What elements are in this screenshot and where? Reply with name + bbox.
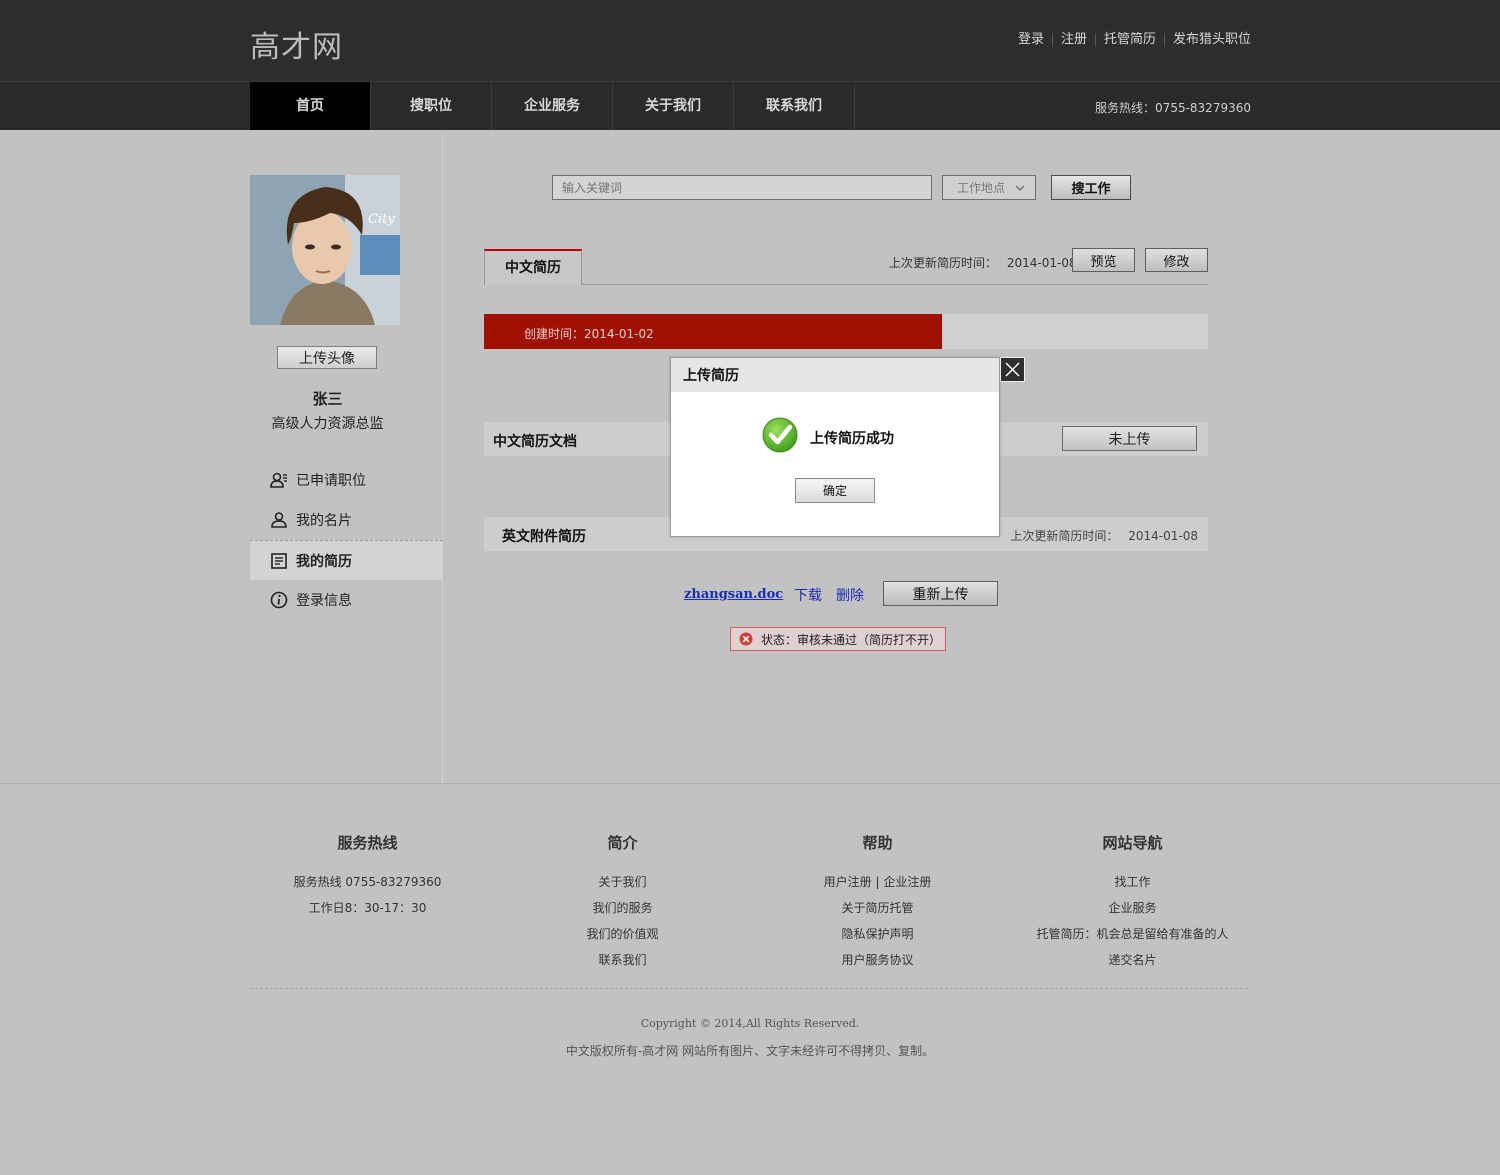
footer-link[interactable]: 找工作 xyxy=(1005,869,1260,895)
avatar: City xyxy=(250,175,400,325)
en-last-update: 上次更新简历时间： 2014-01-08 xyxy=(1010,527,1198,544)
en-resume-title: 英文附件简历 xyxy=(502,529,586,545)
sidebar-item-login-info[interactable]: 登录信息 xyxy=(250,580,443,620)
close-icon xyxy=(1005,362,1020,377)
sidebar-item-label: 已申请职位 xyxy=(296,473,366,489)
host-resume-link[interactable]: 托管简历 xyxy=(1094,33,1164,47)
tab-chinese-resume[interactable]: 中文简历 xyxy=(484,249,582,285)
footer-divider xyxy=(0,783,1500,784)
chevron-down-icon xyxy=(1015,185,1025,191)
dialog-close-button[interactable] xyxy=(1000,357,1025,382)
last-update-label: 上次更新简历时间： xyxy=(889,256,998,270)
nav-contact[interactable]: 联系我们 xyxy=(734,82,855,130)
footer-col-help: 帮助 用户注册 | 企业注册 关于简历托管 隐私保护声明 用户服务协议 xyxy=(750,832,1005,973)
last-update: 上次更新简历时间： 2014-01-08 xyxy=(889,254,1077,271)
sidebar-item-label: 我的简历 xyxy=(296,553,352,570)
footer-text: 工作日8：30-17：30 xyxy=(308,901,427,915)
error-icon xyxy=(739,632,753,646)
footer-col-sitemap: 网站导航 找工作 企业服务 托管简历：机会总是留给有准备的人 递交名片 xyxy=(1005,832,1260,973)
footer-text: 服务热线 0755-83279360 xyxy=(293,875,442,889)
sidebar-item-label: 登录信息 xyxy=(296,593,352,609)
delete-link[interactable]: 删除 xyxy=(836,585,864,605)
check-icon xyxy=(762,417,798,453)
footer-link[interactable]: 关于我们 xyxy=(495,869,750,895)
not-uploaded-button[interactable]: 未上传 xyxy=(1062,426,1197,451)
upload-avatar-button[interactable]: 上传头像 xyxy=(277,346,377,369)
sidebar-item-my-card[interactable]: 我的名片 xyxy=(250,500,443,540)
top-header: 高才网 登录 注册 托管简历 发布猎头职位 xyxy=(0,0,1500,81)
footer-link[interactable]: 我们的价值观 xyxy=(495,921,750,947)
cn-doc-title: 中文简历文档 xyxy=(493,434,577,450)
site-logo[interactable]: 高才网 xyxy=(250,22,343,66)
resume-icon xyxy=(271,552,287,569)
location-select-label: 工作地点 xyxy=(957,181,1006,195)
footer-link[interactable]: 企业服务 xyxy=(1005,895,1260,921)
nav-home[interactable]: 首页 xyxy=(250,82,371,130)
sidebar-item-applied-jobs[interactable]: 已申请职位 xyxy=(250,460,443,500)
applied-jobs-icon xyxy=(270,472,287,488)
search-jobs-button[interactable]: 搜工作 xyxy=(1051,175,1131,200)
resume-file-link[interactable]: zhangsan.doc xyxy=(684,587,783,602)
dialog-message: 上传简历成功 xyxy=(810,431,894,447)
footer-link[interactable]: 用户注册 | 企业注册 xyxy=(750,869,1005,895)
main-nav: 首页 搜职位 企业服务 关于我们 联系我们 服务热线：0755-83279360 xyxy=(0,81,1500,130)
reupload-button[interactable]: 重新上传 xyxy=(883,581,998,606)
sidebar-menu: 已申请职位 我的名片 我的简历 登录信息 xyxy=(250,460,443,620)
hotline-text: 服务热线：0755-83279360 xyxy=(1095,101,1251,115)
footer-col-hotline: 服务热线 服务热线 0755-83279360 工作日8：30-17：30 xyxy=(240,832,495,921)
review-status-text: 状态：审核未通过（简历打不开） xyxy=(761,632,942,647)
created-time: 创建时间：2014-01-02 xyxy=(524,327,654,341)
footer-link[interactable]: 联系我们 xyxy=(495,947,750,973)
nav-enterprise[interactable]: 企业服务 xyxy=(492,82,613,130)
resume-progress-bar: 创建时间：2014-01-02 xyxy=(484,314,1208,349)
register-link[interactable]: 注册 xyxy=(1051,33,1095,47)
footer-col-title: 帮助 xyxy=(862,834,893,852)
edit-button[interactable]: 修改 xyxy=(1145,248,1208,272)
login-link[interactable]: 登录 xyxy=(1010,33,1052,47)
footer-link[interactable]: 关于简历托管 xyxy=(750,895,1005,921)
nav-about[interactable]: 关于我们 xyxy=(613,82,734,130)
sidebar-item-my-resume[interactable]: 我的简历 xyxy=(250,540,443,580)
sidebar: City 上传头像 张三 高级人力资源总监 已申请职位 我的名片 我的简历 登录… xyxy=(250,135,443,783)
info-icon xyxy=(270,591,288,609)
footer-link[interactable]: 用户服务协议 xyxy=(750,947,1005,973)
user-card-icon xyxy=(271,512,287,528)
footer-link[interactable]: 隐私保护声明 xyxy=(750,921,1005,947)
dialog-ok-button[interactable]: 确定 xyxy=(795,478,875,503)
sidebar-item-label: 我的名片 xyxy=(296,513,352,529)
download-link[interactable]: 下载 xyxy=(794,585,822,605)
location-select[interactable]: 工作地点 xyxy=(942,175,1036,200)
dialog-title: 上传简历 xyxy=(671,358,999,392)
preview-button[interactable]: 预览 xyxy=(1072,248,1135,272)
top-links: 登录 注册 托管简历 发布猎头职位 xyxy=(1010,33,1251,47)
review-status-badge: 状态：审核未通过（简历打不开） xyxy=(730,627,946,651)
keyword-search-input[interactable] xyxy=(552,175,932,200)
footer-link[interactable]: 递交名片 xyxy=(1005,947,1260,973)
upload-success-dialog: 上传简历 上传简历成功 确定 xyxy=(670,357,1000,537)
nav-search-jobs[interactable]: 搜职位 xyxy=(371,82,492,130)
footer-col-title: 网站导航 xyxy=(1102,834,1163,852)
user-name: 张三 xyxy=(312,390,343,408)
en-update-label: 上次更新简历时间： xyxy=(1010,529,1119,543)
footer-col-title: 服务热线 xyxy=(337,834,398,852)
last-update-date: 2014-01-08 xyxy=(1006,256,1077,270)
footer-col-intro: 简介 关于我们 我们的服务 我们的价值观 联系我们 xyxy=(495,832,750,973)
footer-col-title: 简介 xyxy=(607,834,638,852)
copyright-notice: 中文版权所有-高才网 网站所有图片、文字未经许可不得拷贝、复制。 xyxy=(565,1044,935,1058)
svg-text:City: City xyxy=(368,212,395,227)
footer-link[interactable]: 托管简历：机会总是留给有准备的人 xyxy=(1005,921,1260,947)
footer-link[interactable]: 我们的服务 xyxy=(495,895,750,921)
post-headhunt-link[interactable]: 发布猎头职位 xyxy=(1163,33,1251,47)
user-title: 高级人力资源总监 xyxy=(271,416,384,432)
copyright-text: Copyright © 2014,All Rights Reserved. xyxy=(640,1017,860,1030)
tab-underline xyxy=(484,284,1208,285)
en-update-date: 2014-01-08 xyxy=(1128,529,1198,543)
footer-separator xyxy=(250,988,1248,989)
